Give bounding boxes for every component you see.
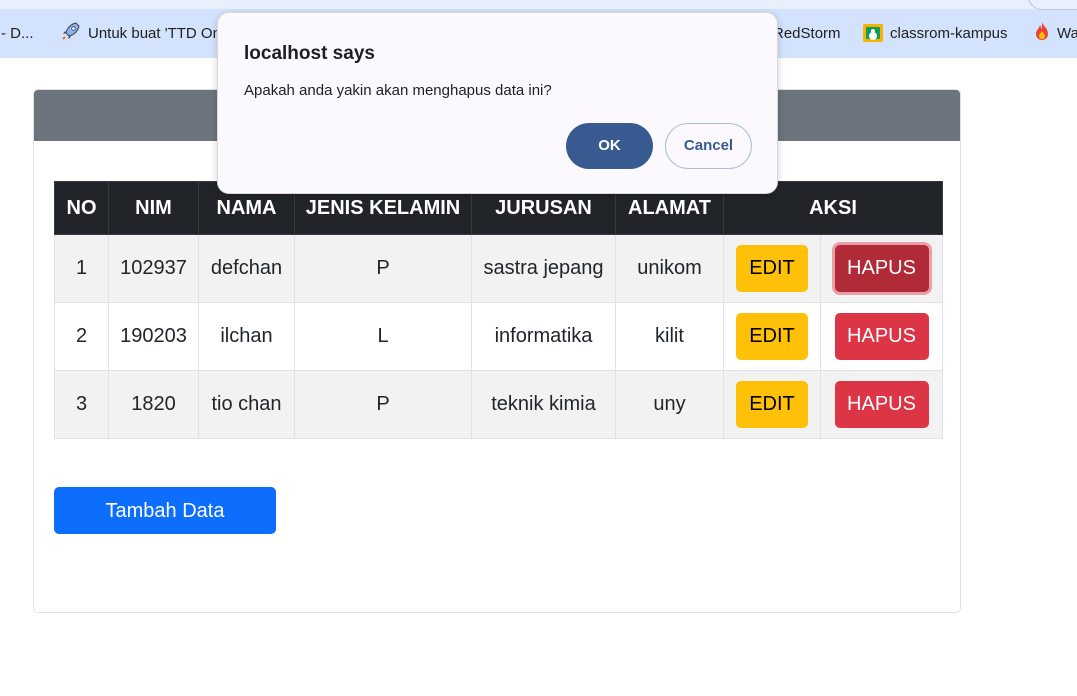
table-row: 2 190203 ilchan L informatika kilit EDIT… <box>54 302 944 371</box>
cell-no: 3 <box>54 370 109 439</box>
cell-nim: 190203 <box>108 302 199 371</box>
cell-nama: ilchan <box>198 302 295 371</box>
bookmark-label: Wa <box>1057 24 1077 42</box>
header-nim: NIM <box>108 181 199 235</box>
bookmark-item-wa[interactable]: Wa <box>1034 22 1077 44</box>
header-no: NO <box>54 181 109 235</box>
bookmark-item-d[interactable]: - D... <box>1 22 34 44</box>
edit-button[interactable]: EDIT <box>736 313 808 360</box>
cell-nama: tio chan <box>198 370 295 439</box>
cell-no: 1 <box>54 234 109 303</box>
cell-jenis-kelamin: P <box>294 234 472 303</box>
cell-hapus: HAPUS <box>819 234 944 303</box>
cancel-button[interactable]: Cancel <box>665 123 752 169</box>
bookmark-label: - D... <box>1 24 34 42</box>
mahasiswa-table: NO NIM NAMA JENIS KELAMIN JURUSAN ALAMAT… <box>54 181 944 439</box>
table-row: 1 102937 defchan P sastra jepang unikom … <box>54 234 944 303</box>
bookmark-item-redstorm[interactable]: RedStorm <box>773 22 841 44</box>
confirm-dialog: localhost says Apakah anda yakin akan me… <box>217 12 778 194</box>
google-classroom-icon <box>863 24 883 42</box>
hapus-button[interactable]: HAPUS <box>834 245 929 292</box>
edit-button[interactable]: EDIT <box>736 381 808 428</box>
cell-alamat: uny <box>615 370 724 439</box>
cell-jenis-kelamin: P <box>294 370 472 439</box>
cell-alamat: kilit <box>615 302 724 371</box>
fire-icon <box>1034 21 1050 45</box>
bookmark-label: RedStorm <box>773 24 841 42</box>
tambah-data-button[interactable]: Tambah Data <box>54 487 276 534</box>
cell-nim: 102937 <box>108 234 199 303</box>
cell-jurusan: informatika <box>471 302 616 371</box>
cell-edit: EDIT <box>723 302 821 371</box>
cell-jenis-kelamin: L <box>294 302 472 371</box>
hapus-button[interactable]: HAPUS <box>834 313 929 360</box>
new-tab-area[interactable] <box>1028 0 1077 10</box>
ok-button[interactable]: OK <box>566 123 653 169</box>
bookmark-label: classrom-kampus <box>890 24 1008 42</box>
table-row: 3 1820 tio chan P teknik kimia uny EDIT … <box>54 370 944 439</box>
dialog-message: Apakah anda yakin akan menghapus data in… <box>244 82 552 99</box>
cell-hapus: HAPUS <box>819 370 944 439</box>
dialog-title: localhost says <box>244 43 375 64</box>
cell-nama: defchan <box>198 234 295 303</box>
hapus-button[interactable]: HAPUS <box>834 381 929 428</box>
rocket-icon <box>61 21 81 45</box>
cell-no: 2 <box>54 302 109 371</box>
cell-alamat: unikom <box>615 234 724 303</box>
cell-edit: EDIT <box>723 370 821 439</box>
cell-nim: 1820 <box>108 370 199 439</box>
cell-edit: EDIT <box>723 234 821 303</box>
tab-strip <box>0 0 1077 9</box>
cell-jurusan: sastra jepang <box>471 234 616 303</box>
edit-button[interactable]: EDIT <box>736 245 808 292</box>
bookmark-label: Untuk buat 'TTD On <box>88 24 221 42</box>
bookmark-item-classroom[interactable]: classrom-kampus <box>863 22 1008 44</box>
bookmark-item-ttd[interactable]: Untuk buat 'TTD On <box>61 22 221 44</box>
cell-jurusan: teknik kimia <box>471 370 616 439</box>
cell-hapus: HAPUS <box>819 302 944 371</box>
